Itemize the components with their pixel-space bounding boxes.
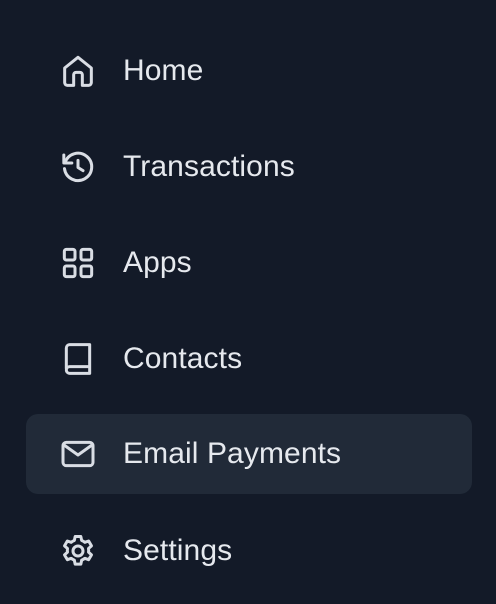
gear-icon — [58, 531, 98, 571]
sidebar-item-label: Email Payments — [123, 437, 342, 470]
sidebar-item-label: Home — [123, 54, 204, 87]
sidebar-item-contacts[interactable]: Contacts — [26, 319, 472, 399]
book-icon — [58, 339, 98, 379]
home-icon — [58, 51, 98, 91]
grid-icon — [58, 243, 98, 283]
mail-icon — [58, 434, 98, 474]
sidebar-item-label: Settings — [123, 534, 233, 567]
sidebar-item-transactions[interactable]: Transactions — [26, 127, 472, 207]
sidebar-item-label: Contacts — [123, 342, 243, 375]
sidebar-nav: Home Transactions Apps Contacts Email Pa… — [0, 0, 496, 604]
sidebar-item-email-payments[interactable]: Email Payments — [26, 414, 472, 494]
sidebar-item-settings[interactable]: Settings — [26, 511, 472, 591]
sidebar-item-home[interactable]: Home — [26, 31, 472, 111]
sidebar-item-label: Transactions — [123, 150, 295, 183]
sidebar-item-apps[interactable]: Apps — [26, 223, 472, 303]
history-icon — [58, 147, 98, 187]
sidebar-item-label: Apps — [123, 246, 192, 279]
